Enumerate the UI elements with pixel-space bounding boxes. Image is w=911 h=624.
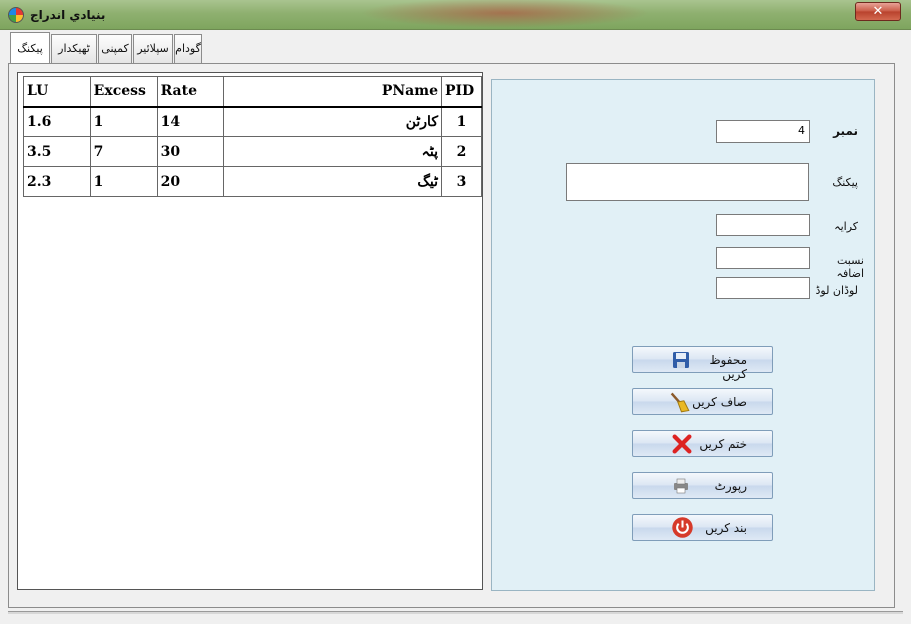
cell-pname[interactable]: پٹہ <box>223 136 442 167</box>
cell-lu[interactable]: 2.3 <box>23 166 91 197</box>
tab-supplier[interactable]: سپلائیر <box>133 34 173 64</box>
window-bottom-edge <box>8 611 903 614</box>
column-header-rate[interactable]: Rate <box>156 76 225 107</box>
delete-button-label: ختم کریں <box>699 437 747 451</box>
loading-label: لوڈان لوڈ <box>815 284 859 297</box>
cell-excess[interactable]: 7 <box>89 136 158 167</box>
report-button-label: رپورٹ <box>714 479 747 493</box>
column-header-pname[interactable]: PName <box>223 76 442 107</box>
tab-packing[interactable]: پیکنگ <box>10 32 50 65</box>
report-button[interactable]: رپورٹ <box>632 472 773 499</box>
packing-table: LU Excess Rate PName PID 1.6 1 14 کارٹن … <box>23 76 483 197</box>
cell-rate[interactable]: 30 <box>156 136 225 167</box>
table-row[interactable]: 3.5 7 30 پٹہ 2 <box>23 136 483 167</box>
column-header-lu[interactable]: LU <box>23 76 91 107</box>
column-header-excess[interactable]: Excess <box>89 76 158 107</box>
close-button[interactable]: بند کریں <box>632 514 773 541</box>
ratio-field[interactable] <box>716 247 810 269</box>
number-label: نمبر <box>833 124 858 138</box>
tab-contractor[interactable]: ٹھیکدار <box>51 34 97 64</box>
cell-excess[interactable]: 1 <box>89 106 158 137</box>
ratio-label: نسبت اضافہ <box>836 254 864 280</box>
loading-field[interactable] <box>716 277 810 299</box>
rent-label: کرایہ <box>834 220 858 233</box>
cell-lu[interactable]: 3.5 <box>23 136 91 167</box>
packing-label: پیکنگ <box>832 176 858 189</box>
cell-pname[interactable]: کارٹن <box>223 106 442 137</box>
cell-pid[interactable]: 2 <box>440 136 483 167</box>
clear-button-label: صاف کریں <box>692 395 747 409</box>
close-button-label: بند کریں <box>705 521 747 535</box>
tab-company[interactable]: کمپنی <box>98 34 132 64</box>
rent-field[interactable] <box>716 214 810 236</box>
title-bar-watermark <box>360 0 650 28</box>
table-row[interactable]: 1.6 1 14 کارٹن 1 <box>23 106 483 137</box>
delete-button[interactable]: ختم کریں <box>632 430 773 457</box>
save-button-label: محفوظ کریں <box>709 353 747 381</box>
cell-excess[interactable]: 1 <box>89 166 158 197</box>
cell-rate[interactable]: 20 <box>156 166 225 197</box>
table-row[interactable]: 2.3 1 20 ٹیگ 3 <box>23 166 483 197</box>
column-header-pid[interactable]: PID <box>440 76 483 107</box>
window-title: بنيادي اندراج <box>30 8 106 22</box>
packing-grid[interactable]: LU Excess Rate PName PID 1.6 1 14 کارٹن … <box>17 72 483 590</box>
main-window: بنيادي اندراج ✕ پیکنگ ٹھیکدار کمپنی سپلا… <box>0 0 911 624</box>
tab-warehouse[interactable]: گودام <box>174 34 202 64</box>
clear-button[interactable]: صاف کریں <box>632 388 773 415</box>
app-logo-icon <box>8 7 24 23</box>
packing-field[interactable] <box>566 163 809 201</box>
table-header-row: LU Excess Rate PName PID <box>23 76 483 107</box>
cell-pname[interactable]: ٹیگ <box>223 166 442 197</box>
number-field[interactable]: 4 <box>716 120 810 143</box>
cell-pid[interactable]: 3 <box>440 166 483 197</box>
cell-lu[interactable]: 1.6 <box>23 106 91 137</box>
title-bar: بنيادي اندراج ✕ <box>0 0 911 30</box>
cell-pid[interactable]: 1 <box>440 106 483 137</box>
save-button[interactable]: محفوظ کریں <box>632 346 773 381</box>
close-window-button[interactable]: ✕ <box>855 2 901 21</box>
cell-rate[interactable]: 14 <box>156 106 225 137</box>
